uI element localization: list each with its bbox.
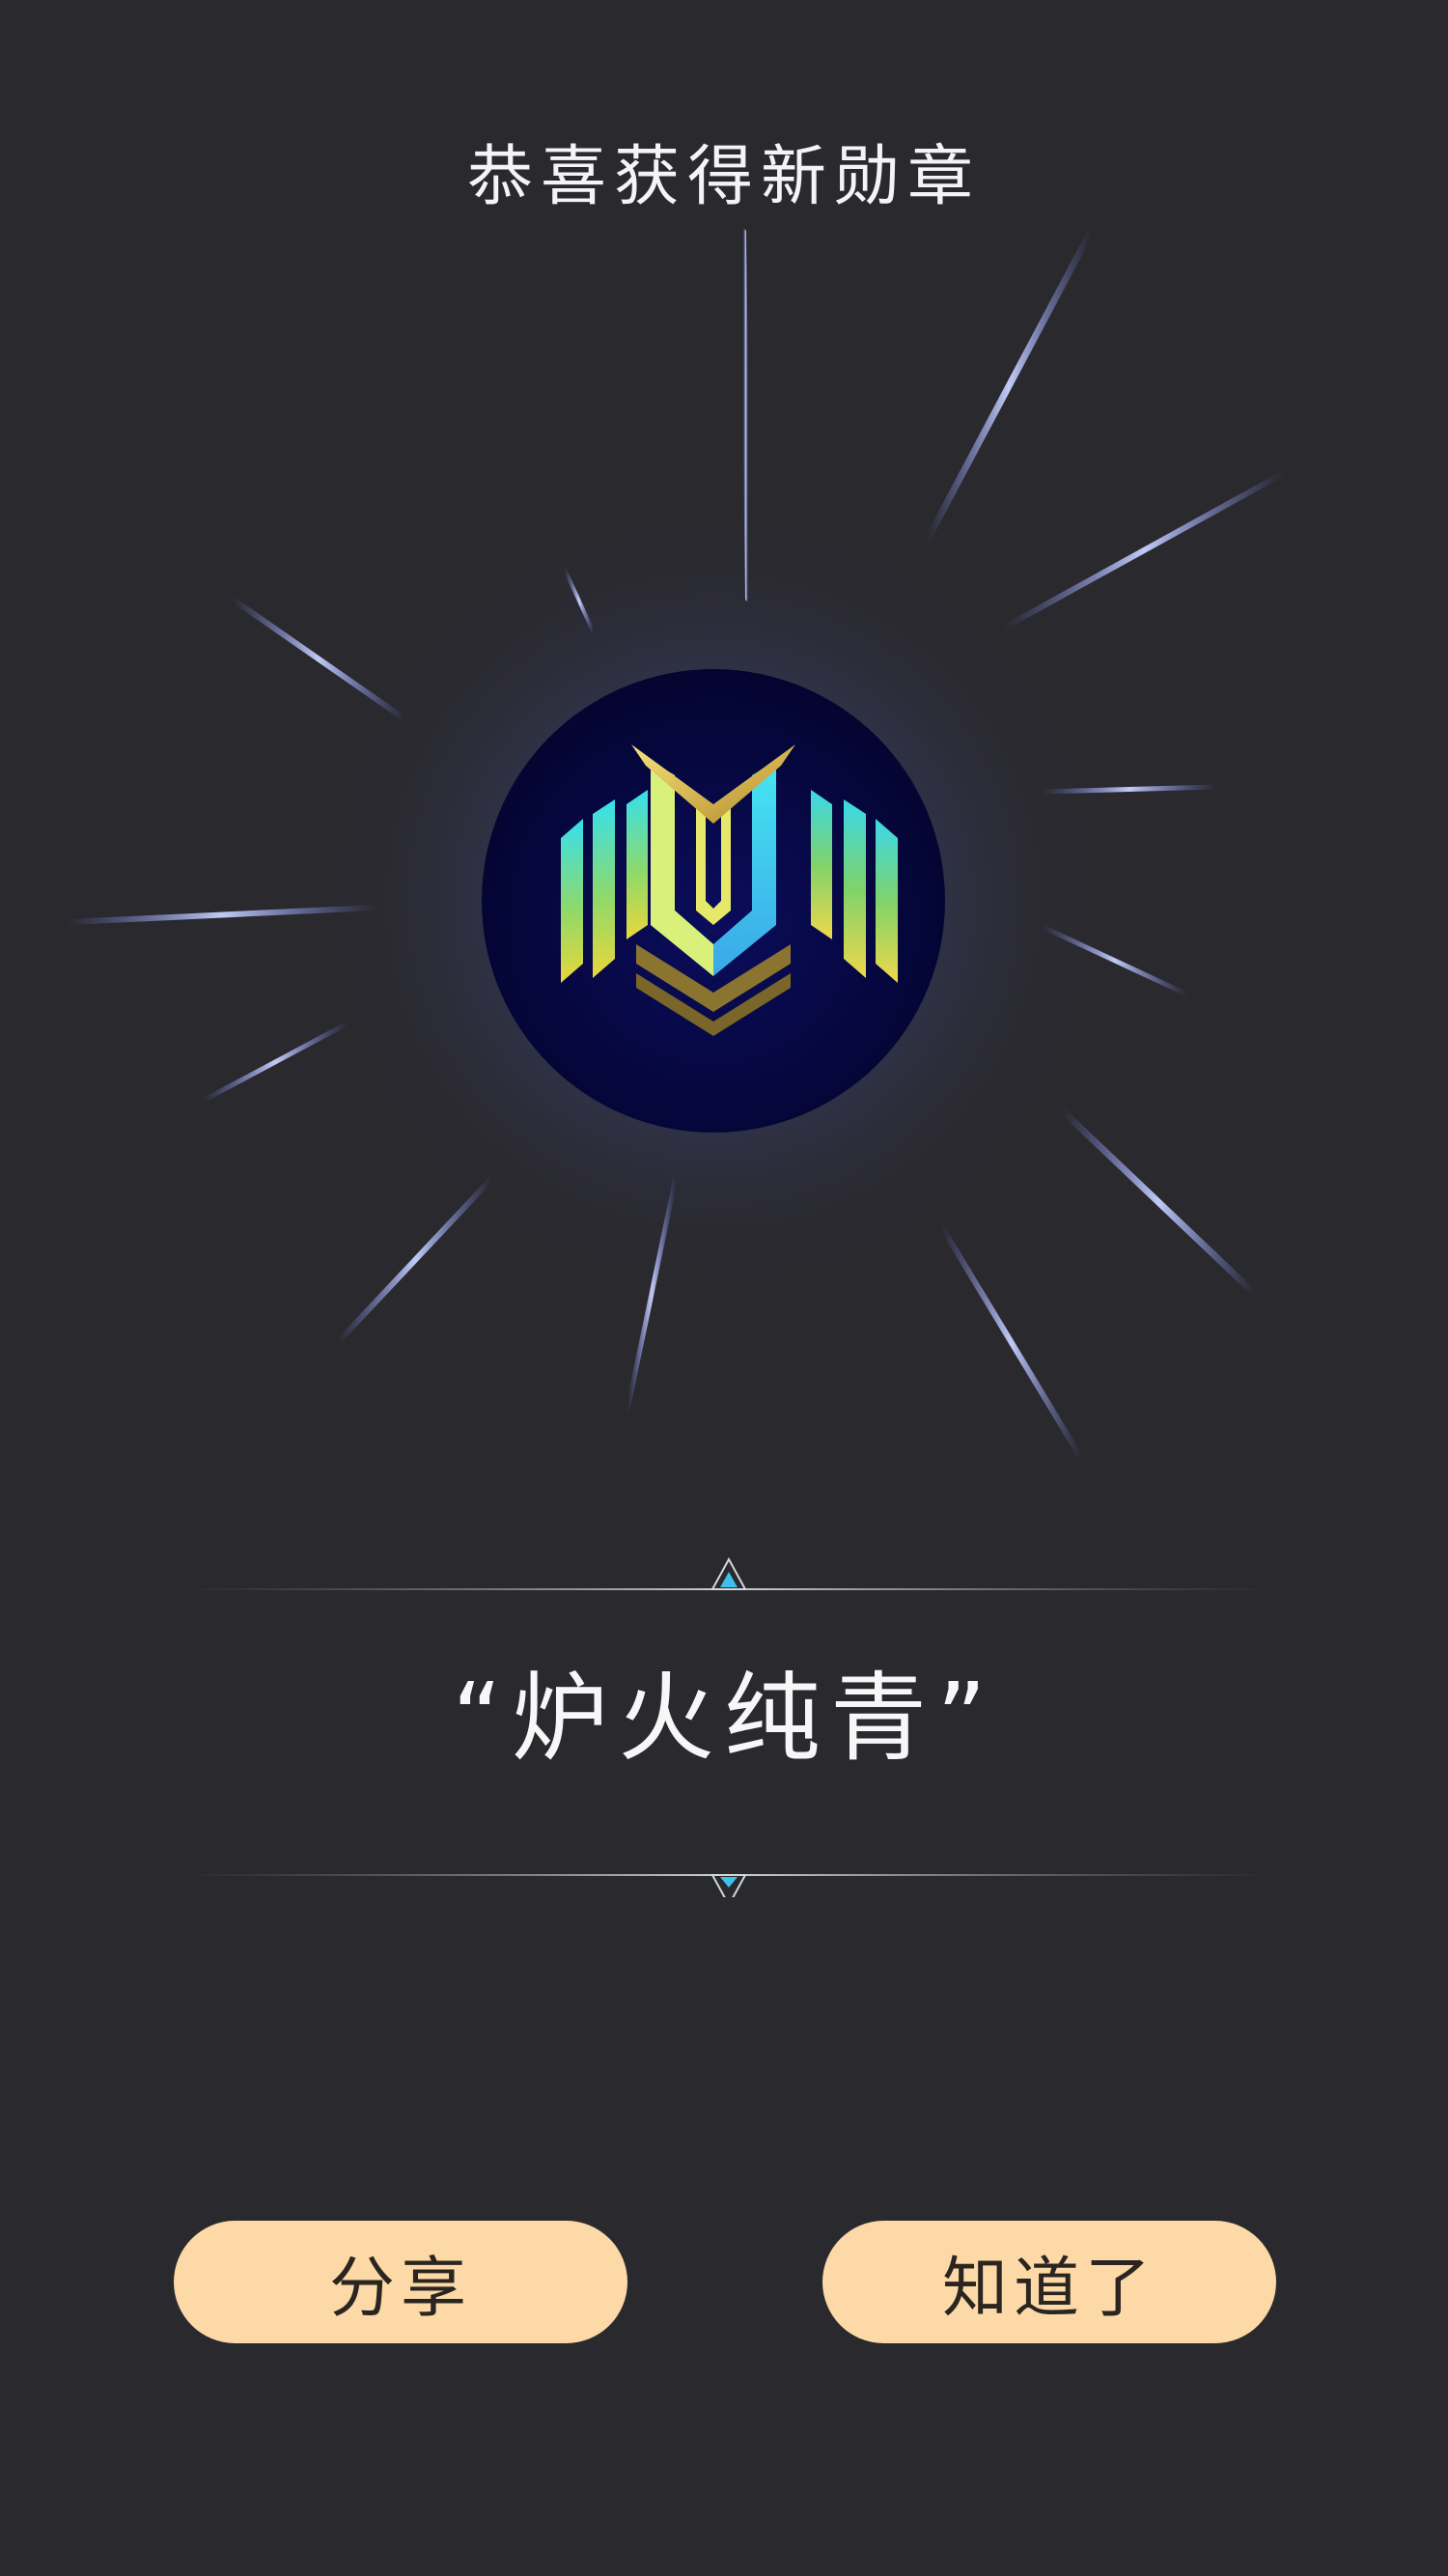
medal-emblem-icon	[482, 669, 945, 1133]
bottom-divider-decoration	[183, 1874, 1274, 1897]
got-it-button[interactable]: 知道了	[822, 2221, 1276, 2343]
medal-name: “炉火纯青”	[452, 1662, 996, 1775]
share-button[interactable]: 分享	[174, 2221, 627, 2343]
medal-badge	[482, 669, 945, 1133]
top-divider-decoration	[183, 1556, 1274, 1590]
